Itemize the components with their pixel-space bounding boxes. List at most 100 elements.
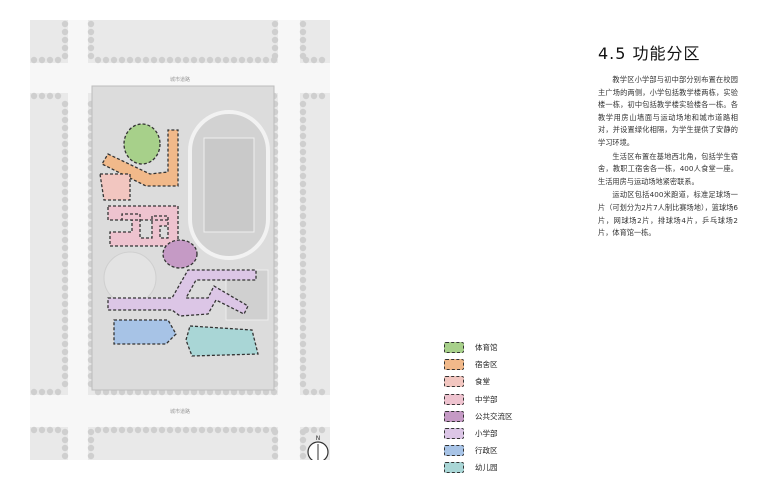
body-text: 教学区小学部与初中部分别布置在校园主广场的两侧，小学包括教学楼两栋，实验楼一栋，… bbox=[598, 74, 738, 241]
legend-swatch bbox=[444, 428, 464, 440]
legend-label: 食堂 bbox=[475, 377, 490, 387]
tree bbox=[61, 292, 69, 300]
legend-item: 小学部 bbox=[444, 425, 584, 442]
tree bbox=[61, 364, 69, 372]
legend-swatch bbox=[444, 393, 464, 405]
tree bbox=[61, 324, 69, 332]
tree bbox=[299, 260, 307, 268]
tree bbox=[30, 426, 38, 434]
tree bbox=[310, 426, 318, 434]
tree bbox=[262, 56, 270, 64]
zone-kindergarten bbox=[185, 325, 259, 357]
legend-item: 公共交流区 bbox=[444, 408, 584, 425]
tree bbox=[46, 426, 54, 434]
tree bbox=[310, 92, 318, 100]
tree bbox=[61, 156, 69, 164]
tree bbox=[46, 388, 54, 396]
tree bbox=[299, 340, 307, 348]
tree bbox=[61, 116, 69, 124]
tree bbox=[182, 426, 190, 434]
tree bbox=[158, 56, 166, 64]
tree bbox=[318, 426, 326, 434]
tree bbox=[102, 56, 110, 64]
legend-item: 宿舍区 bbox=[444, 356, 584, 373]
tree bbox=[299, 172, 307, 180]
tree bbox=[61, 172, 69, 180]
tree bbox=[61, 196, 69, 204]
tree bbox=[61, 348, 69, 356]
tree bbox=[54, 426, 62, 434]
tree bbox=[54, 92, 62, 100]
tree bbox=[299, 252, 307, 260]
tree bbox=[238, 56, 246, 64]
tree bbox=[61, 356, 69, 364]
tree bbox=[299, 212, 307, 220]
tree bbox=[299, 356, 307, 364]
tree bbox=[271, 428, 279, 436]
legend-swatch bbox=[444, 342, 464, 354]
tree bbox=[61, 188, 69, 196]
tree bbox=[299, 292, 307, 300]
tree bbox=[246, 426, 254, 434]
tree bbox=[299, 276, 307, 284]
tree bbox=[310, 56, 318, 64]
tree bbox=[61, 220, 69, 228]
tree bbox=[142, 426, 150, 434]
tree bbox=[30, 56, 38, 64]
tree bbox=[61, 244, 69, 252]
tree bbox=[230, 426, 238, 434]
site-plan: 城市道路 城市道路 N bbox=[30, 20, 330, 460]
tree bbox=[61, 228, 69, 236]
legend-label: 宿舍区 bbox=[475, 360, 498, 370]
tree bbox=[61, 268, 69, 276]
tree bbox=[299, 228, 307, 236]
tree bbox=[30, 92, 38, 100]
tree bbox=[214, 426, 222, 434]
tree bbox=[30, 388, 38, 396]
tree bbox=[299, 44, 307, 52]
tree bbox=[299, 52, 307, 60]
tree bbox=[299, 364, 307, 372]
tree bbox=[54, 388, 62, 396]
tree bbox=[222, 426, 230, 434]
tree bbox=[299, 220, 307, 228]
tree bbox=[61, 284, 69, 292]
north-arrow-icon: N bbox=[307, 435, 329, 460]
tree bbox=[299, 164, 307, 172]
tree bbox=[299, 108, 307, 116]
tree bbox=[299, 180, 307, 188]
legend-swatch bbox=[444, 410, 464, 422]
tree bbox=[61, 140, 69, 148]
tree bbox=[134, 56, 142, 64]
tree bbox=[126, 56, 134, 64]
east-road bbox=[278, 20, 300, 460]
tree bbox=[126, 426, 134, 434]
tree bbox=[150, 426, 158, 434]
tree bbox=[87, 52, 95, 60]
tree bbox=[87, 20, 95, 28]
tree bbox=[299, 284, 307, 292]
tree bbox=[38, 56, 46, 64]
north-mark: N bbox=[316, 435, 321, 442]
tree bbox=[299, 444, 307, 452]
tree bbox=[214, 56, 222, 64]
tree bbox=[166, 56, 174, 64]
paragraph-teaching: 教学区小学部与初中部分别布置在校园主广场的两侧，小学包括教学楼两栋，实验楼一栋，… bbox=[598, 75, 738, 147]
legend-label: 公共交流区 bbox=[475, 411, 513, 421]
tree bbox=[299, 28, 307, 36]
tree bbox=[299, 300, 307, 308]
tree bbox=[118, 56, 126, 64]
tree bbox=[299, 348, 307, 356]
tree bbox=[61, 300, 69, 308]
tree bbox=[299, 244, 307, 252]
tree bbox=[94, 56, 102, 64]
tree bbox=[61, 276, 69, 284]
tree bbox=[61, 180, 69, 188]
tree bbox=[166, 426, 174, 434]
tree bbox=[61, 260, 69, 268]
section-title: 4.5 功能分区 bbox=[598, 44, 701, 63]
tree bbox=[271, 436, 279, 444]
legend-item: 幼儿园 bbox=[444, 459, 584, 476]
tree bbox=[110, 426, 118, 434]
tree bbox=[61, 44, 69, 52]
